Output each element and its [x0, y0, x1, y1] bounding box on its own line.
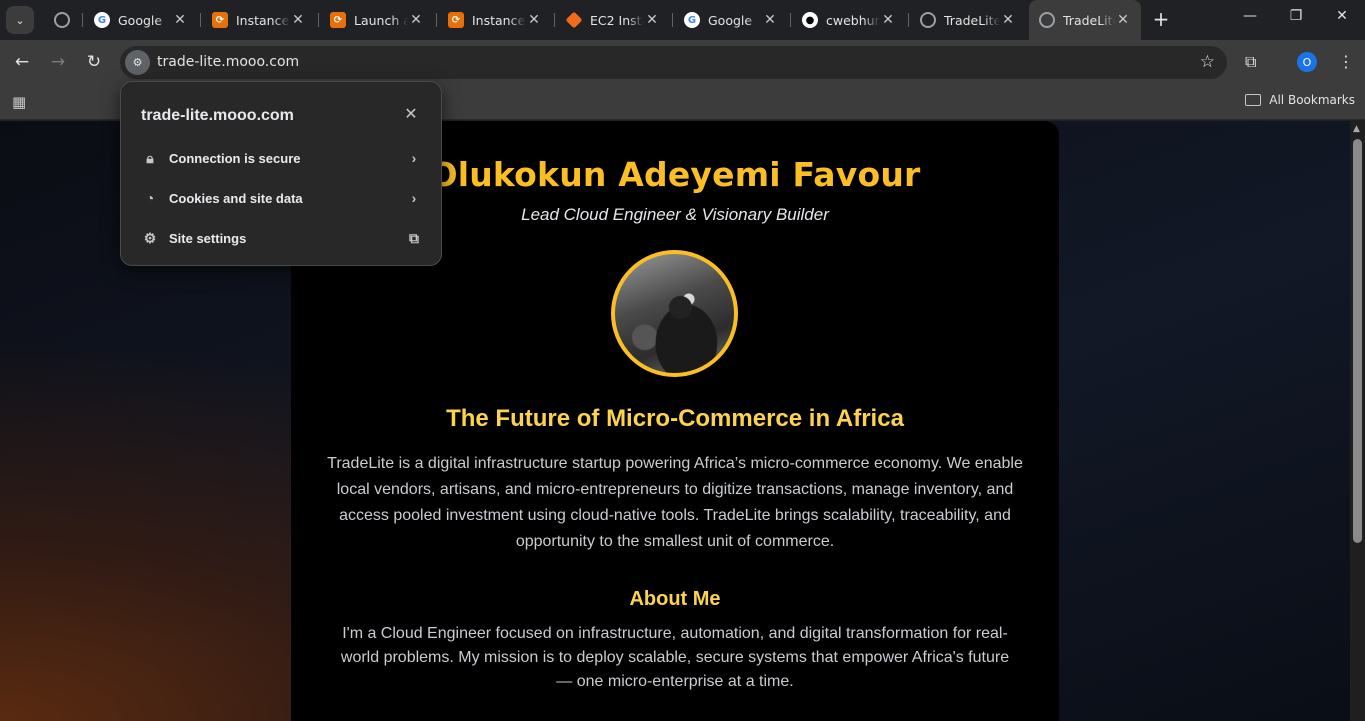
url-text[interactable]: trade-lite.mooo.com [157, 54, 299, 70]
close-window-button[interactable]: ✕ [1332, 8, 1352, 24]
aws-icon: ⟳ [212, 12, 228, 28]
apps-grid-icon[interactable]: ▦ [12, 93, 26, 111]
popup-title: trade-lite.mooo.com [141, 107, 294, 124]
tab-3[interactable]: ⟳ Instances ✕ [202, 6, 316, 34]
row-label: Site settings [169, 230, 247, 246]
external-link-icon: ⧉ [409, 229, 419, 246]
new-tab-button[interactable]: + [1150, 8, 1172, 30]
minimize-button[interactable]: — [1240, 8, 1260, 24]
tab-6[interactable]: EC2 Insta ✕ [556, 6, 670, 34]
tab-close-icon[interactable]: ✕ [290, 12, 306, 28]
row-label: Connection is secure [169, 150, 301, 166]
extensions-icon[interactable]: ⧉ [1245, 52, 1256, 72]
tab-divider [82, 13, 83, 27]
menu-kebab-icon[interactable]: ⋮ [1338, 52, 1354, 71]
aws-icon: ⟳ [448, 12, 464, 28]
tab-close-icon[interactable]: ✕ [1000, 12, 1016, 28]
aws-icon: ⟳ [330, 12, 346, 28]
tab-divider [790, 13, 791, 27]
profile-photo [611, 250, 738, 377]
tab-10-active[interactable]: TradeLite ✕ [1029, 0, 1141, 40]
section-title-micro-commerce: The Future of Micro-Commerce in Africa [446, 405, 904, 432]
address-bar[interactable]: ⚙ trade-lite.mooo.com ☆ [120, 46, 1227, 79]
tab-close-icon[interactable]: ✕ [172, 12, 188, 28]
tab-title: TradeLite [1063, 12, 1115, 28]
github-icon: ● [802, 12, 818, 28]
tab-7[interactable]: G Google ✕ [674, 6, 788, 34]
tab-divider [436, 13, 437, 27]
tab-close-icon[interactable]: ✕ [762, 12, 778, 28]
tab-close-icon[interactable]: ✕ [880, 12, 896, 28]
forward-arrow-icon[interactable]: → [46, 52, 70, 72]
ec2-icon [565, 11, 583, 29]
section-text-about-me: I'm a Cloud Engineer focused on infrastr… [340, 625, 1010, 690]
tab-divider [672, 13, 673, 27]
reload-icon[interactable]: ↻ [82, 52, 106, 72]
tab-divider [908, 13, 909, 27]
tab-title: cwebhun [826, 12, 880, 28]
row-label: Cookies and site data [169, 190, 303, 206]
tab-title: TradeLite [944, 12, 1000, 28]
cookies-site-data-row[interactable]: ◔ Cookies and site data › [141, 183, 423, 213]
connection-secure-row[interactable]: 🔒︎ Connection is secure › [141, 143, 423, 173]
globe-icon [920, 12, 936, 28]
site-info-popup: trade-lite.mooo.com ✕ 🔒︎ Connection is s… [120, 81, 442, 266]
tab-divider [200, 13, 201, 27]
tab-title: Instances [236, 12, 290, 28]
tab-8[interactable]: ● cwebhun ✕ [792, 6, 906, 34]
chevron-right-icon: › [411, 190, 417, 206]
tab-2[interactable]: G Google ✕ [84, 6, 198, 34]
tab-divider [554, 13, 555, 27]
browser-toolbar: ← → ↻ ⚙ trade-lite.mooo.com ☆ ⧉ O ⋮ [0, 40, 1365, 85]
close-icon[interactable]: ✕ [403, 104, 419, 123]
tab-search-button[interactable]: ⌄ [6, 6, 34, 34]
folder-icon [1245, 94, 1262, 106]
cookie-icon: ◔ [145, 190, 155, 206]
lock-icon: 🔒︎ [146, 149, 154, 166]
restore-button[interactable]: ❐ [1286, 8, 1306, 24]
site-settings-row[interactable]: ⚙ Site settings ⧉ [141, 223, 423, 253]
tab-title: Instances [472, 12, 526, 28]
tab-close-icon[interactable]: ✕ [644, 12, 660, 28]
scroll-up-arrow-icon[interactable]: ▲ [1353, 124, 1360, 134]
all-bookmarks-label: All Bookmarks [1269, 93, 1355, 107]
page-scrollbar[interactable]: ▲ [1350, 121, 1365, 721]
tab-9[interactable]: TradeLite ✕ [910, 6, 1026, 34]
globe-icon [54, 12, 70, 28]
tab-divider [318, 13, 319, 27]
google-icon: G [94, 12, 110, 28]
google-icon: G [684, 12, 700, 28]
site-info-icon[interactable]: ⚙ [125, 50, 150, 75]
back-arrow-icon[interactable]: ← [10, 52, 34, 72]
tab-5[interactable]: ⟳ Instances ✕ [438, 6, 552, 34]
chevron-right-icon: › [411, 150, 417, 166]
tab-close-icon[interactable]: ✕ [408, 12, 424, 28]
bookmark-star-icon[interactable]: ☆ [1200, 52, 1215, 72]
all-bookmarks-button[interactable]: All Bookmarks [1245, 93, 1355, 107]
tab-1[interactable] [44, 6, 80, 34]
chevron-down-icon: ⌄ [15, 13, 25, 27]
profile-avatar[interactable]: O [1297, 52, 1317, 72]
tab-title: EC2 Insta [590, 12, 644, 28]
section-text-micro-commerce: TradeLite is a digital infrastructure st… [327, 455, 1023, 550]
tab-strip: ⌄ G Google ✕ ⟳ Instances ✕ ⟳ Launch a ✕ … [0, 0, 1365, 40]
gear-icon: ⚙ [143, 229, 157, 246]
tab-title: Google [118, 12, 163, 28]
section-title-about-me: About Me [629, 588, 721, 610]
scroll-thumb[interactable] [1353, 139, 1362, 543]
tab-title: Google [708, 12, 753, 28]
tab-4[interactable]: ⟳ Launch a ✕ [320, 6, 434, 34]
tab-title: Launch a [354, 12, 408, 28]
globe-icon [1039, 12, 1055, 28]
tab-close-icon[interactable]: ✕ [526, 12, 542, 28]
tab-close-icon[interactable]: ✕ [1115, 12, 1131, 28]
